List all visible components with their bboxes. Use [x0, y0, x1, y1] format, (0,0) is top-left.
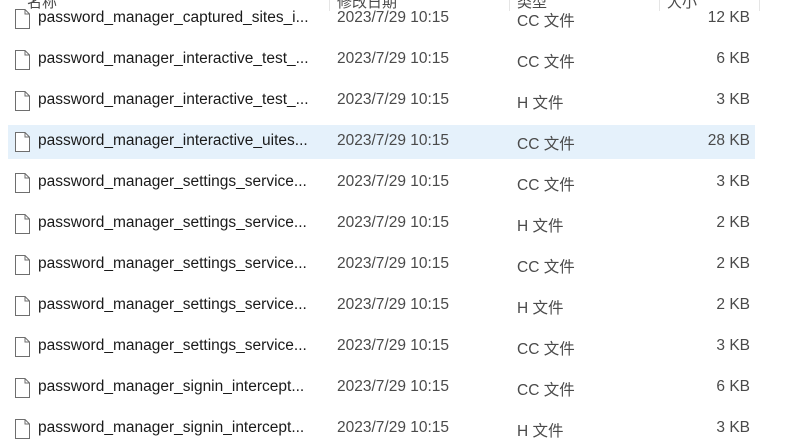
file-size: 2 KB — [716, 214, 750, 231]
file-name: password_manager_settings_service... — [38, 214, 307, 231]
file-modified-date: 2023/7/29 10:15 — [337, 255, 450, 272]
file-row[interactable]: password_manager_captured_sites_i... 2023… — [8, 2, 755, 36]
file-name: password_manager_interactive_uites... — [38, 132, 308, 149]
file-modified-date: 2023/7/29 10:15 — [337, 50, 450, 67]
file-type: H 文件 — [517, 300, 564, 317]
file-name: password_manager_settings_service... — [38, 337, 307, 354]
file-icon — [15, 50, 30, 70]
file-name: password_manager_interactive_test_... — [38, 91, 309, 108]
file-icon — [15, 214, 30, 234]
file-name: password_manager_captured_sites_i... — [38, 9, 309, 26]
file-type: H 文件 — [517, 423, 564, 440]
file-name: password_manager_signin_intercept... — [38, 419, 305, 436]
file-icon — [15, 173, 30, 193]
file-size: 12 KB — [707, 9, 750, 26]
file-name: password_manager_signin_intercept... — [38, 378, 305, 395]
file-icon — [15, 132, 30, 152]
file-modified-date: 2023/7/29 10:15 — [337, 91, 450, 108]
file-modified-date: 2023/7/29 10:15 — [337, 173, 450, 190]
file-name: password_manager_interactive_test_... — [38, 50, 309, 67]
file-name: password_manager_settings_service... — [38, 296, 307, 313]
file-icon — [15, 296, 30, 316]
file-size: 3 KB — [716, 173, 750, 190]
file-type: H 文件 — [517, 218, 564, 235]
column-divider[interactable] — [759, 0, 760, 11]
file-name: password_manager_settings_service... — [38, 255, 307, 272]
file-size: 2 KB — [716, 296, 750, 313]
file-modified-date: 2023/7/29 10:15 — [337, 337, 450, 354]
file-modified-date: 2023/7/29 10:15 — [337, 296, 450, 313]
file-icon — [15, 419, 30, 439]
file-modified-date: 2023/7/29 10:15 — [337, 214, 450, 231]
file-type: CC 文件 — [517, 382, 575, 399]
file-size: 6 KB — [716, 50, 750, 67]
file-row[interactable]: password_manager_signin_intercept... 2023… — [8, 412, 755, 446]
file-type: CC 文件 — [517, 136, 575, 153]
file-icon — [15, 255, 30, 275]
file-type: CC 文件 — [517, 177, 575, 194]
file-row[interactable]: password_manager_signin_intercept... 2023… — [8, 371, 755, 405]
file-size: 3 KB — [716, 91, 750, 108]
file-icon — [15, 378, 30, 398]
file-type: CC 文件 — [517, 341, 575, 358]
file-row[interactable]: password_manager_interactive_test_... 202… — [8, 84, 755, 118]
file-size: 2 KB — [716, 255, 750, 272]
file-row[interactable]: password_manager_settings_service... 2023… — [8, 330, 755, 364]
file-size: 28 KB — [707, 132, 750, 149]
file-row[interactable]: password_manager_settings_service... 2023… — [8, 207, 755, 241]
file-icon — [15, 9, 30, 29]
file-row[interactable]: password_manager_settings_service... 2023… — [8, 289, 755, 323]
file-type: CC 文件 — [517, 54, 575, 71]
file-modified-date: 2023/7/29 10:15 — [337, 378, 450, 395]
file-name: password_manager_settings_service... — [38, 173, 307, 190]
file-size: 6 KB — [716, 378, 750, 395]
file-type: CC 文件 — [517, 259, 575, 276]
file-row[interactable]: password_manager_settings_service... 2023… — [8, 166, 755, 200]
file-row[interactable]: password_manager_settings_service... 2023… — [8, 248, 755, 282]
file-size: 3 KB — [716, 419, 750, 436]
file-row[interactable]: password_manager_interactive_uites... 202… — [8, 125, 755, 159]
file-icon — [15, 337, 30, 357]
file-row[interactable]: password_manager_interactive_test_... 202… — [8, 43, 755, 77]
file-modified-date: 2023/7/29 10:15 — [337, 9, 450, 26]
file-modified-date: 2023/7/29 10:15 — [337, 132, 450, 149]
file-size: 3 KB — [716, 337, 750, 354]
file-type: H 文件 — [517, 95, 564, 112]
file-icon — [15, 91, 30, 111]
file-type: CC 文件 — [517, 13, 575, 30]
file-modified-date: 2023/7/29 10:15 — [337, 419, 450, 436]
